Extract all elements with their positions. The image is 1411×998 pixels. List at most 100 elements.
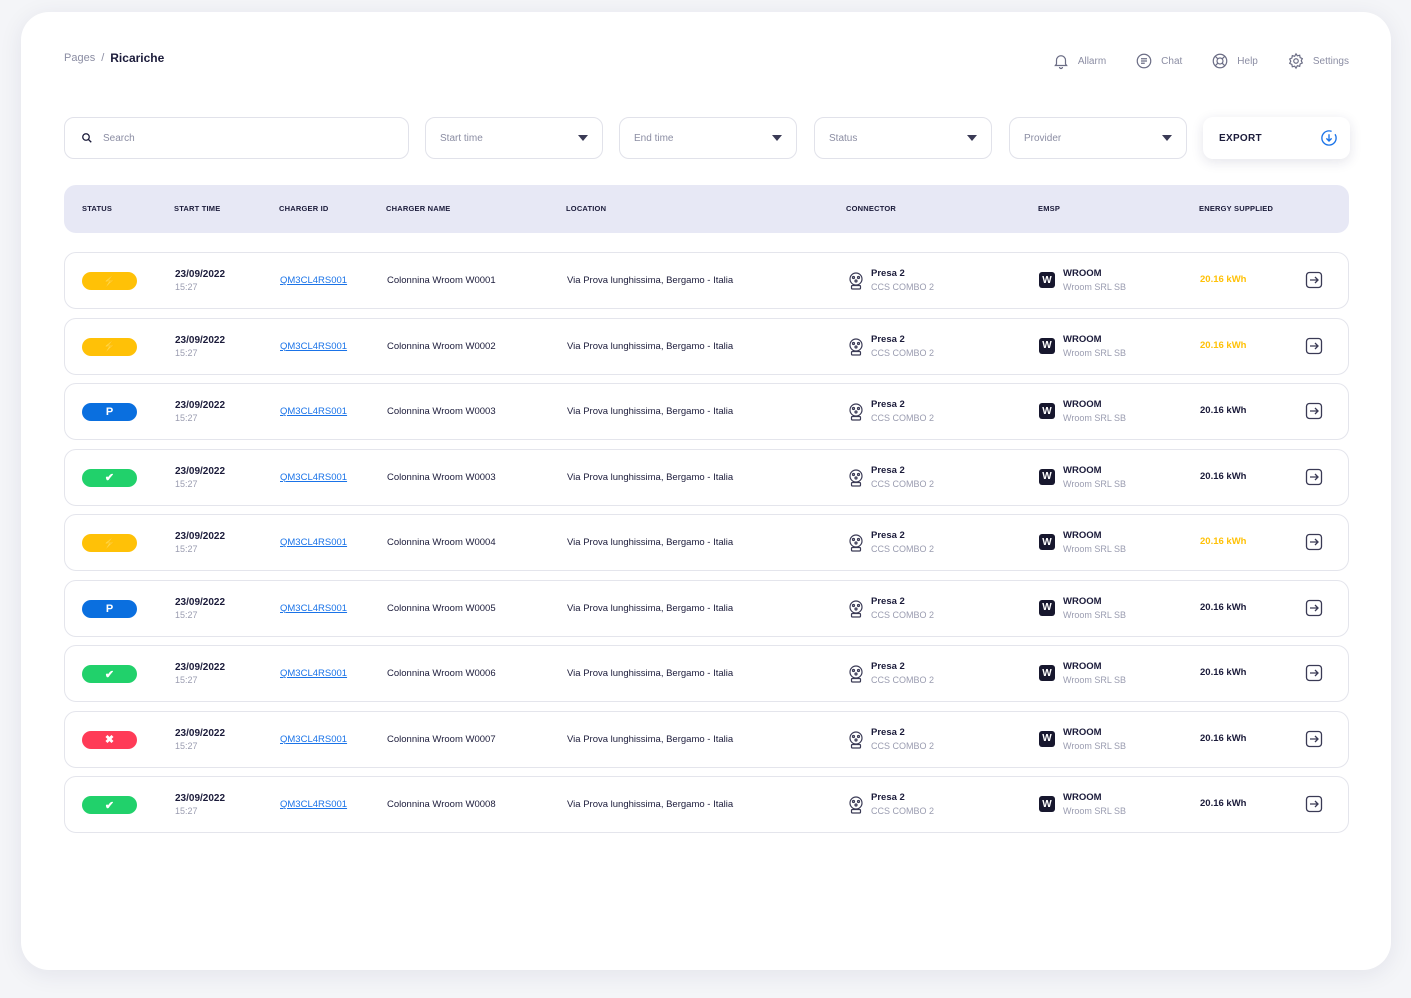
col-energy[interactable]: ENERGY SUPPLIED (1199, 204, 1273, 213)
row-time: 15:27 (175, 282, 198, 292)
provider-select[interactable]: Provider (1009, 117, 1187, 159)
charger-id-link[interactable]: QM3CL4RS001 (280, 537, 347, 548)
col-status[interactable]: STATUS (82, 204, 112, 213)
chevron-down-icon (967, 135, 977, 141)
table-row[interactable]: ✔ 23/09/2022 15:27 QM3CL4RS001 Colonnina… (64, 645, 1349, 702)
table-row[interactable]: ✖ 23/09/2022 15:27 QM3CL4RS001 Colonnina… (64, 710, 1349, 768)
open-detail-icon[interactable] (1305, 533, 1323, 551)
nav-help[interactable]: Help (1211, 52, 1258, 70)
row-date: 23/09/2022 (175, 465, 226, 477)
charger-id-link[interactable]: QM3CL4RS001 (280, 734, 347, 745)
open-detail-icon[interactable] (1305, 730, 1323, 748)
col-location[interactable]: LOCATION (566, 204, 606, 213)
col-charger-id[interactable]: CHARGER ID (279, 204, 329, 213)
connector-name: Presa 2 (871, 464, 905, 476)
charger-name: Colonnina Wroom W0008 (387, 799, 496, 810)
energy-supplied: 20.16 kWh (1200, 536, 1247, 547)
charger-id-link[interactable]: QM3CL4RS001 (280, 668, 347, 679)
table-row[interactable]: ⚡ 23/09/2022 15:27 QM3CL4RS001 Colonnina… (64, 252, 1349, 309)
charger-id-link[interactable]: QM3CL4RS001 (280, 799, 347, 810)
connector-type: CCS COMBO 2 (871, 609, 935, 620)
table-row[interactable]: P 23/09/2022 15:27 QM3CL4RS001 Colonnina… (64, 383, 1349, 440)
location: Via Prova lunghissima, Bergamo - Italia (567, 340, 734, 352)
ccs-connector-icon (849, 599, 863, 618)
col-emsp[interactable]: EMSP (1038, 204, 1060, 213)
table-row[interactable]: ✔ 23/09/2022 15:27 QM3CL4RS001 Colonnina… (64, 448, 1349, 506)
table-row[interactable]: ✔ 23/09/2022 15:27 QM3CL4RS001 Colonnina… (64, 776, 1349, 833)
row-time: 15:27 (175, 413, 198, 423)
nav-chat[interactable]: Chat (1135, 52, 1182, 70)
emsp-name: WROOM (1063, 464, 1102, 476)
emsp-logo: W (1039, 468, 1055, 485)
table-row[interactable]: P 23/09/2022 15:27 QM3CL4RS001 Colonnina… (64, 579, 1349, 637)
status-badge: ⚡ (82, 337, 137, 356)
ccs-connector-icon (849, 730, 863, 749)
bell-icon (1053, 55, 1068, 70)
search-input[interactable]: Search (64, 117, 409, 159)
status-label: Status (829, 132, 858, 144)
status-icon: ⚡ (102, 275, 117, 288)
open-detail-icon[interactable] (1305, 402, 1323, 420)
breadcrumb-parent[interactable]: Pages (64, 52, 95, 64)
end-time-select[interactable]: End time (619, 117, 797, 159)
nav-help-label: Help (1237, 55, 1258, 67)
ccs-connector-icon (849, 337, 863, 356)
emsp-name: WROOM (1063, 399, 1102, 410)
energy-supplied: 20.16 kWh (1200, 274, 1247, 285)
breadcrumb: Pages / Ricariche (64, 51, 164, 65)
charger-id-link[interactable]: QM3CL4RS001 (280, 341, 347, 352)
row-date: 23/09/2022 (175, 400, 226, 411)
col-start-time[interactable]: START TIME (174, 204, 220, 213)
connector-type: CCS COMBO 2 (871, 347, 935, 358)
top-navigation: Allarm Chat Help Settings (1052, 52, 1349, 70)
status-icon: ⚡ (102, 341, 117, 353)
export-button[interactable]: EXPORT (1203, 117, 1350, 159)
emsp-name: WROOM (1063, 268, 1102, 279)
row-date: 23/09/2022 (175, 793, 226, 804)
table-row[interactable]: ⚡ 23/09/2022 15:27 QM3CL4RS001 Colonnina… (64, 317, 1349, 375)
charger-id-link[interactable]: QM3CL4RS001 (280, 472, 347, 483)
start-time-label: Start time (440, 132, 483, 144)
status-select[interactable]: Status (814, 117, 992, 159)
connector-name: Presa 2 (871, 268, 905, 279)
status-icon: ✔ (104, 668, 115, 681)
open-detail-icon[interactable] (1305, 795, 1323, 813)
location: Via Prova lunghissima, Bergamo - Italia (567, 799, 734, 810)
open-detail-icon[interactable] (1305, 337, 1323, 355)
table-row[interactable]: ⚡ 23/09/2022 15:27 QM3CL4RS001 Colonnina… (64, 514, 1349, 571)
col-charger-name[interactable]: CHARGER NAME (386, 204, 450, 213)
open-detail-icon[interactable] (1305, 599, 1323, 617)
export-label: EXPORT (1219, 132, 1262, 144)
open-detail-icon[interactable] (1305, 271, 1323, 289)
chevron-down-icon (772, 135, 782, 141)
row-date: 23/09/2022 (175, 596, 226, 608)
connector-type: CCS COMBO 2 (871, 282, 935, 292)
breadcrumb-separator: / (101, 52, 105, 64)
lifebuoy-icon (1212, 53, 1228, 69)
emsp-company: Wroom SRL SB (1063, 609, 1127, 620)
location: Via Prova lunghissima, Bergamo - Italia (567, 471, 734, 483)
emsp-name: WROOM (1063, 661, 1102, 672)
status-badge: ✔ (82, 796, 137, 814)
charger-id-link[interactable]: QM3CL4RS001 (280, 275, 347, 286)
emsp-name: WROOM (1063, 333, 1102, 345)
chevron-down-icon (578, 135, 588, 141)
status-badge: ✔ (82, 468, 137, 487)
chat-icon (1136, 53, 1152, 69)
connector-name: Presa 2 (871, 333, 905, 345)
open-detail-icon[interactable] (1305, 664, 1323, 682)
energy-supplied: 20.16 kWh (1200, 732, 1247, 744)
start-time-select[interactable]: Start time (425, 117, 603, 159)
charger-id-link[interactable]: QM3CL4RS001 (280, 603, 347, 614)
connector-type: CCS COMBO 2 (871, 740, 935, 751)
provider-label: Provider (1024, 132, 1062, 144)
nav-settings[interactable]: Settings (1287, 52, 1349, 70)
energy-supplied: 20.16 kWh (1200, 601, 1247, 613)
charger-name: Colonnina Wroom W0007 (387, 733, 496, 745)
connector-name: Presa 2 (871, 661, 905, 672)
open-detail-icon[interactable] (1305, 468, 1323, 486)
charger-id-link[interactable]: QM3CL4RS001 (280, 406, 347, 417)
nav-allarm[interactable]: Allarm (1052, 52, 1106, 70)
col-connector[interactable]: CONNECTOR (846, 204, 896, 213)
emsp-logo: W (1039, 730, 1055, 747)
